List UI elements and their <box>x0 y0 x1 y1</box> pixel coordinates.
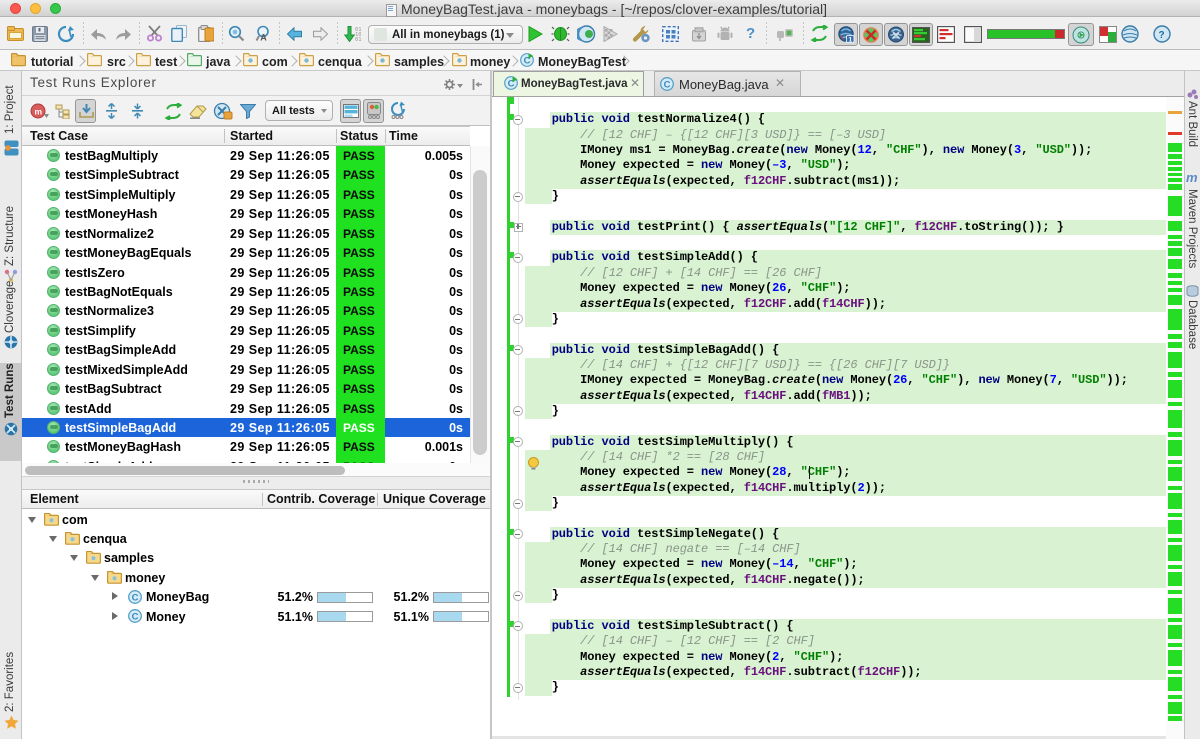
svg-text:01: 01 <box>355 37 361 42</box>
svg-text:A: A <box>260 33 267 43</box>
svg-text:C: C <box>132 592 139 603</box>
svg-text:1: 1 <box>849 36 853 43</box>
svg-text:C: C <box>664 79 671 90</box>
svg-text:C: C <box>132 612 139 623</box>
svg-text:?: ? <box>1159 30 1165 41</box>
svg-text:m: m <box>35 107 43 117</box>
